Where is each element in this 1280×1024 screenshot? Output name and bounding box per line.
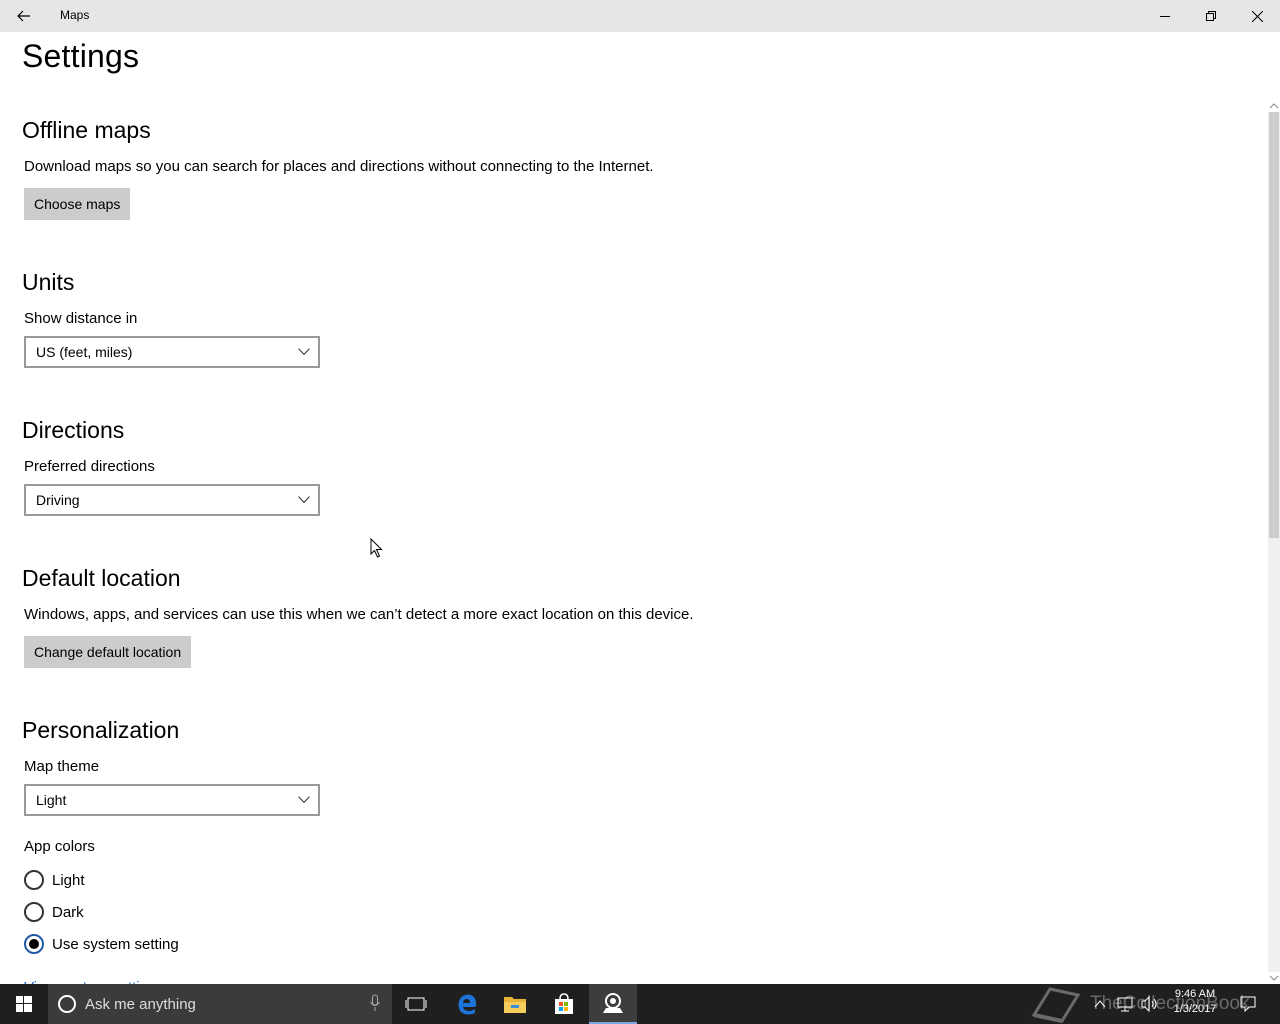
units-heading: Units xyxy=(22,269,75,295)
arrow-left-icon xyxy=(17,10,30,22)
chevron-down-icon xyxy=(298,496,310,504)
volume-button[interactable] xyxy=(1141,984,1159,1024)
map-theme-value: Light xyxy=(36,792,67,808)
radio-light[interactable]: Light xyxy=(24,869,85,891)
minimize-icon xyxy=(1160,16,1170,17)
close-button[interactable] xyxy=(1234,0,1280,32)
close-icon xyxy=(1251,10,1263,22)
distance-units-dropdown[interactable]: US (feet, miles) xyxy=(24,336,320,368)
radio-dark[interactable]: Dark xyxy=(24,901,84,923)
title-bar: Maps xyxy=(0,0,1280,32)
directions-heading: Directions xyxy=(22,417,125,443)
task-view-icon xyxy=(405,997,427,1011)
personalization-heading: Personalization xyxy=(22,717,180,743)
taskbar-clock[interactable]: 9:46 AM 1/3/2017 xyxy=(1166,987,1224,1017)
chevron-up-icon xyxy=(1094,1000,1106,1008)
preferred-directions-dropdown[interactable]: Driving xyxy=(24,484,320,516)
chevron-down-icon xyxy=(298,348,310,356)
change-default-location-button[interactable]: Change default location xyxy=(24,636,192,668)
network-icon xyxy=(1117,997,1133,1012)
radio-label: Light xyxy=(52,871,85,889)
mouse-cursor-icon xyxy=(370,538,383,558)
preferred-directions-label: Preferred directions xyxy=(24,458,155,475)
file-explorer-button[interactable] xyxy=(491,984,539,1024)
map-theme-label: Map theme xyxy=(24,758,100,775)
taskbar: Ask me anything TheCollectionBook 9:46 A… xyxy=(0,984,1280,1024)
radio-button[interactable] xyxy=(24,902,44,922)
store-button[interactable] xyxy=(540,984,588,1024)
microphone-icon[interactable] xyxy=(370,994,380,1012)
store-icon xyxy=(555,993,573,1014)
distance-units-value: US (feet, miles) xyxy=(36,344,133,360)
preferred-directions-value: Driving xyxy=(36,492,80,508)
edge-icon xyxy=(458,994,476,1015)
minimize-button[interactable] xyxy=(1142,0,1188,32)
notification-icon xyxy=(1240,996,1256,1012)
radio-button-selected[interactable] xyxy=(24,934,44,954)
default-location-description: Windows, apps, and services can use this… xyxy=(24,606,694,623)
scroll-down-arrow[interactable] xyxy=(1268,972,1280,984)
back-button[interactable] xyxy=(0,0,48,32)
radio-label: Dark xyxy=(52,903,84,921)
choose-maps-button[interactable]: Choose maps xyxy=(24,188,131,220)
chevron-down-icon xyxy=(298,796,310,804)
scroll-up-arrow[interactable] xyxy=(1268,100,1280,112)
windows-logo-icon xyxy=(16,996,32,1012)
clock-time: 9:46 AM xyxy=(1174,988,1216,1000)
cortana-search-box[interactable]: Ask me anything xyxy=(48,984,392,1024)
app-title: Maps xyxy=(60,8,90,22)
cortana-icon xyxy=(58,995,76,1013)
restore-button[interactable] xyxy=(1188,0,1234,32)
radio-button[interactable] xyxy=(24,870,44,890)
map-theme-dropdown[interactable]: Light xyxy=(24,784,320,816)
radio-label: Use system setting xyxy=(52,935,179,953)
book-logo-icon xyxy=(1031,987,1081,1023)
clock-date: 1/3/2017 xyxy=(1173,1003,1217,1015)
default-location-heading: Default location xyxy=(22,565,181,591)
offline-maps-description: Download maps so you can search for plac… xyxy=(24,158,654,175)
network-button[interactable] xyxy=(1117,984,1133,1024)
show-hidden-icons-button[interactable] xyxy=(1094,984,1106,1024)
task-view-button[interactable] xyxy=(392,984,440,1024)
restore-icon xyxy=(1206,11,1216,21)
app-colors-label: App colors xyxy=(24,838,95,855)
speaker-icon xyxy=(1141,996,1157,1012)
page-title: Settings xyxy=(22,38,140,74)
show-distance-label: Show distance in xyxy=(24,310,138,327)
maps-app-button[interactable] xyxy=(589,984,637,1024)
maps-icon xyxy=(603,993,623,1013)
action-center-button[interactable] xyxy=(1240,984,1256,1024)
edge-browser-button[interactable] xyxy=(443,984,491,1024)
folder-icon xyxy=(504,997,526,1013)
scrollbar-thumb[interactable] xyxy=(1269,112,1279,538)
offline-maps-heading: Offline maps xyxy=(22,117,151,143)
radio-use-system-setting[interactable]: Use system setting xyxy=(24,933,179,955)
start-button[interactable] xyxy=(0,984,48,1024)
search-placeholder: Ask me anything xyxy=(85,995,196,1013)
